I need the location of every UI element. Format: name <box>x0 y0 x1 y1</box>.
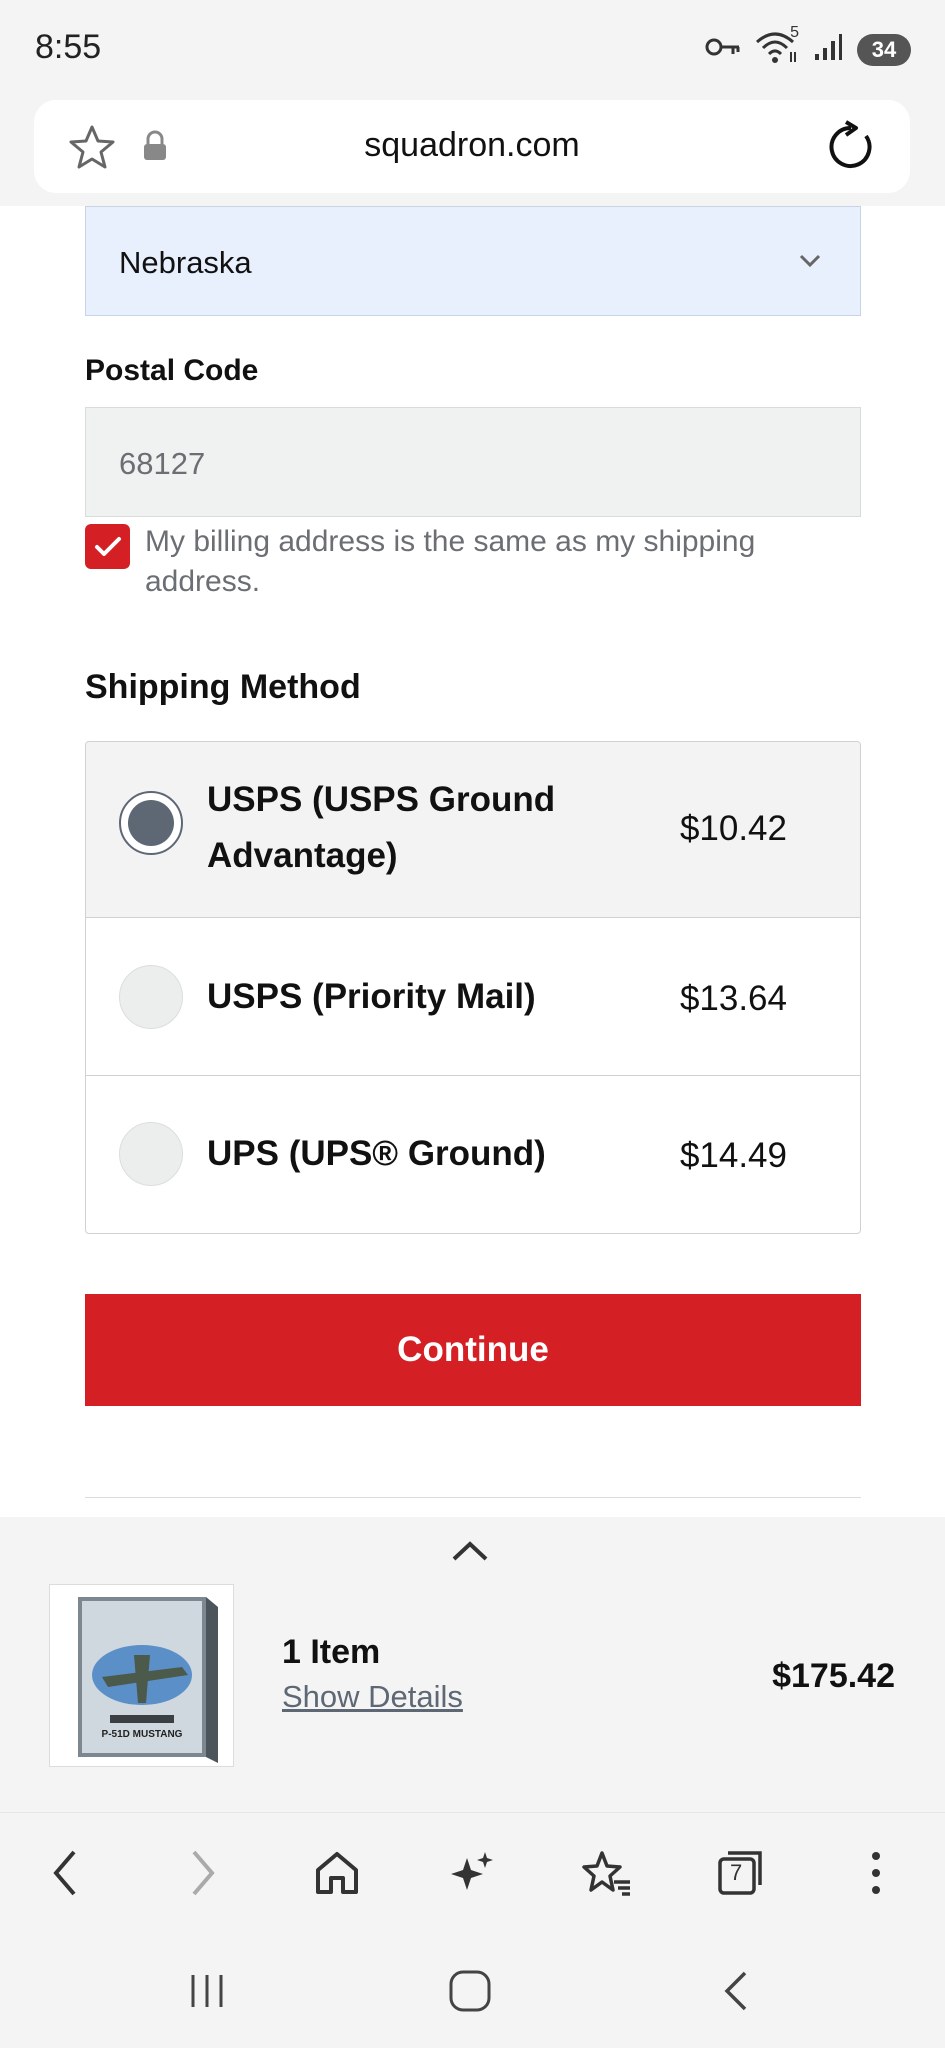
home-icon[interactable] <box>307 1843 367 1903</box>
url-bar[interactable]: squadron.com <box>34 100 910 193</box>
shipping-option-price: $10.42 <box>679 809 787 848</box>
url-text[interactable]: squadron.com <box>34 126 910 165</box>
tabs-icon[interactable]: 7 <box>711 1843 771 1903</box>
shipping-option-price: $14.49 <box>679 1136 787 1175</box>
status-bar: 8:55 5 34 <box>0 0 945 100</box>
shipping-option-name: UPS (UPS® Ground) <box>207 1134 546 1173</box>
items-count: 1 Item <box>282 1633 381 1671</box>
divider <box>85 1497 861 1498</box>
key-icon <box>705 36 741 63</box>
forward-icon[interactable] <box>173 1843 233 1903</box>
shipping-options: USPS (USPS Ground Advantage) $10.42 USPS… <box>85 741 861 1234</box>
signal-icon <box>813 32 843 67</box>
wifi-badge: 5 <box>790 24 799 41</box>
order-total: $175.42 <box>772 1657 895 1695</box>
browser-url-area: squadron.com <box>0 100 945 206</box>
system-back-icon[interactable] <box>706 1966 766 2016</box>
postal-code-value: 68127 <box>119 446 206 481</box>
shipping-option-price: $13.64 <box>679 979 787 1018</box>
state-select[interactable]: Nebraska <box>85 206 861 316</box>
continue-button[interactable]: Continue <box>85 1294 861 1406</box>
recent-apps-icon[interactable] <box>177 1966 237 2016</box>
battery-icon: 34 <box>857 33 911 66</box>
postal-code-label: Postal Code <box>85 354 259 387</box>
chevron-down-icon <box>798 253 822 274</box>
shipping-option-ups-ground[interactable]: UPS (UPS® Ground) $14.49 <box>86 1076 860 1233</box>
chevron-up-icon[interactable] <box>450 1539 490 1568</box>
reload-icon[interactable] <box>826 120 876 177</box>
product-thumbnail[interactable]: P-51D MUSTANG <box>49 1584 234 1767</box>
tabs-count: 7 <box>730 1860 743 1885</box>
wifi-icon: 5 <box>755 24 799 69</box>
product-box-label: P-51D MUSTANG <box>102 1729 183 1740</box>
billing-same-checkbox[interactable] <box>85 524 130 569</box>
checkmark-icon <box>94 536 121 556</box>
billing-same-label[interactable]: My billing address is the same as my shi… <box>145 522 865 602</box>
radio-unselected[interactable] <box>119 965 183 1029</box>
postal-code-input[interactable]: 68127 <box>85 407 861 517</box>
shipping-option-priority-mail[interactable]: USPS (Priority Mail) $13.64 <box>86 918 860 1076</box>
status-time: 8:55 <box>35 28 102 66</box>
shipping-option-usps-ground[interactable]: USPS (USPS Ground Advantage) $10.42 <box>86 742 860 918</box>
order-summary: P-51D MUSTANG 1 Item Show Details $175.4… <box>0 1517 945 1812</box>
radio-unselected[interactable] <box>119 1122 183 1186</box>
status-icons: 5 34 <box>705 24 911 69</box>
shipping-option-name: USPS (USPS Ground Advantage) <box>207 780 556 875</box>
ai-sparkle-icon[interactable] <box>442 1843 502 1903</box>
state-select-value: Nebraska <box>119 245 252 280</box>
shipping-method-title: Shipping Method <box>85 668 361 706</box>
more-menu-icon[interactable] <box>846 1843 906 1903</box>
back-icon[interactable] <box>35 1843 95 1903</box>
show-details-link[interactable]: Show Details <box>282 1679 463 1715</box>
home-button-icon[interactable] <box>440 1966 500 2016</box>
bookmarks-icon[interactable] <box>577 1843 637 1903</box>
shipping-option-name: USPS (Priority Mail) <box>207 977 536 1016</box>
system-nav-bar <box>0 1934 945 2048</box>
radio-selected[interactable] <box>119 791 183 855</box>
browser-toolbar: 7 <box>0 1812 945 1934</box>
